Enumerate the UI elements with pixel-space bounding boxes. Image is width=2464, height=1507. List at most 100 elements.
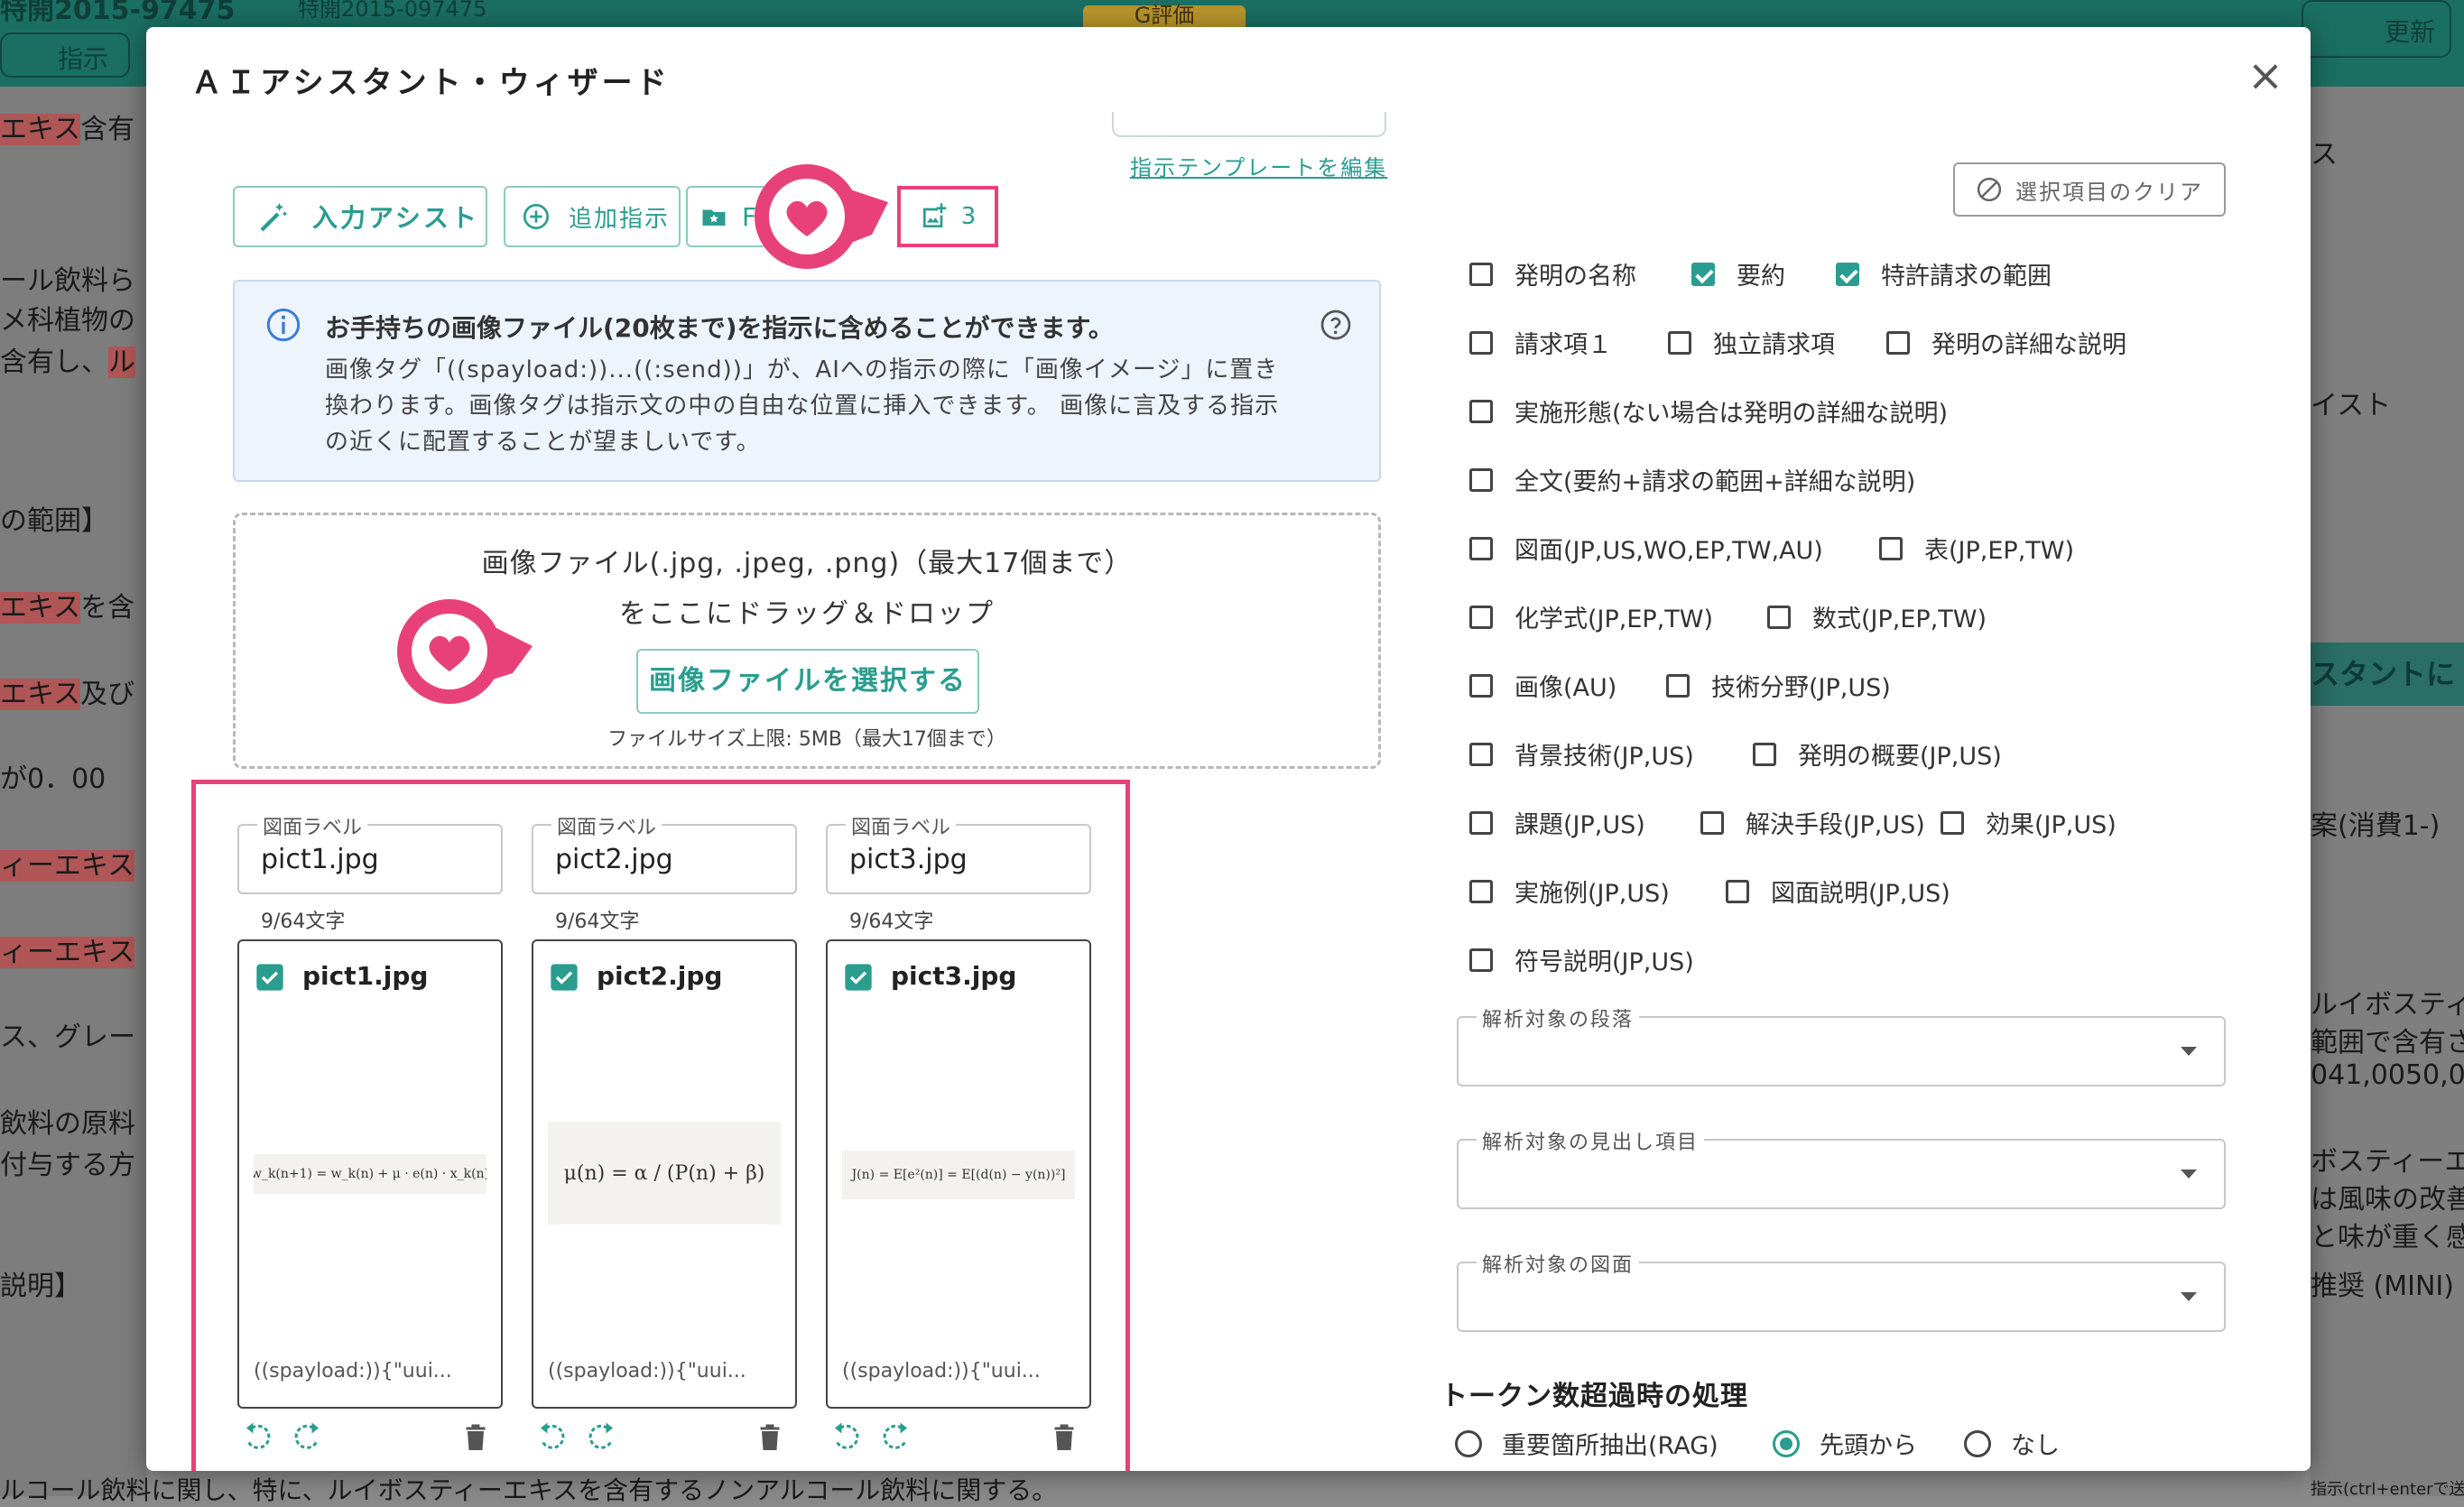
trash-icon[interactable] xyxy=(459,1419,492,1454)
checkbox-technical-field[interactable]: 技術分野(JP,US) xyxy=(1666,668,1891,703)
checkbox-claims[interactable]: 特許請求の範囲 xyxy=(1836,256,2052,291)
rotate-right-icon[interactable] xyxy=(292,1421,324,1454)
checkbox-math-formulas[interactable]: 数式(JP,EP,TW) xyxy=(1767,599,1987,634)
checkbox-embodiments[interactable]: 実施形態(ない場合は発明の詳細な説明) xyxy=(1469,393,1948,429)
checkbox-solution[interactable]: 解決手段(JP,US) xyxy=(1700,805,1925,840)
document-line: ス、グレー xyxy=(0,1022,135,1053)
checkbox-box xyxy=(1767,605,1791,629)
image-card: pict3.jpg J(n) = E[e²(n)] = E[(d(n) − y(… xyxy=(826,939,1091,1409)
checkbox-box xyxy=(1666,673,1690,698)
side-panel-line: は風味の改善 xyxy=(2311,1184,2464,1216)
checkbox-detailed-description[interactable]: 発明の詳細な説明 xyxy=(1886,325,2126,360)
checkbox-reference-signs[interactable]: 符号説明(JP,US) xyxy=(1469,942,1694,977)
checkbox-label: 化学式(JP,EP,TW) xyxy=(1515,606,1714,633)
update-button[interactable]: 更新 xyxy=(2302,0,2451,58)
edit-template-link[interactable]: 指示テンプレートを編集 xyxy=(1130,150,1387,181)
figure-label-field[interactable]: 図面ラベル pict2.jpg xyxy=(532,811,797,894)
checkbox-label: 効果(JP,US) xyxy=(1986,811,2117,839)
figure-label-field[interactable]: 図面ラベル pict3.jpg xyxy=(826,811,1091,894)
checkbox-box xyxy=(1753,742,1776,766)
checkbox-tables[interactable]: 表(JP,EP,TW) xyxy=(1879,531,2074,566)
checkbox-abstract[interactable]: 要約 xyxy=(1691,256,1785,291)
radio-circle xyxy=(1964,1429,1991,1457)
select-image-button[interactable]: 画像ファイルを選択する xyxy=(636,649,979,714)
checkbox-effects[interactable]: 効果(JP,US) xyxy=(1941,805,2117,840)
checkbox-summary[interactable]: 発明の概要(JP,US) xyxy=(1753,736,2002,772)
dropdown-arrow-icon xyxy=(2181,1170,2197,1179)
close-icon[interactable]: × xyxy=(2244,54,2287,97)
document-line: 付与する方 xyxy=(0,1150,135,1181)
image-count: 3 xyxy=(960,203,977,230)
checkbox-claim-1[interactable]: 請求項１ xyxy=(1469,325,1612,360)
checkbox-independent-claims[interactable]: 独立請求項 xyxy=(1668,325,1835,360)
radio-from-start[interactable]: 先頭から xyxy=(1773,1426,1917,1461)
char-count: 9/64文字 xyxy=(849,911,934,933)
template-select[interactable] xyxy=(1112,112,1386,137)
magic-wand-icon xyxy=(260,203,288,232)
add-instruction-button[interactable]: 追加指示 xyxy=(504,186,681,247)
clear-selection-button[interactable]: 選択項目のクリア xyxy=(1953,162,2226,217)
rotate-right-icon[interactable] xyxy=(880,1421,912,1454)
checkbox-background-art[interactable]: 背景技術(JP,US) xyxy=(1469,736,1694,772)
add-image-icon xyxy=(922,203,947,227)
rotate-left-icon[interactable] xyxy=(829,1421,862,1454)
checkbox-checked-icon[interactable] xyxy=(255,963,284,992)
star-folder-icon xyxy=(702,209,726,226)
radio-none[interactable]: なし xyxy=(1964,1426,2060,1461)
block-icon xyxy=(1977,177,2002,202)
app-doc-title: 特開2015-97475 xyxy=(0,0,236,26)
input-assist-button[interactable]: 入力アシスト xyxy=(233,186,487,247)
side-panel-line: イスト xyxy=(2311,390,2392,421)
dropdown-arrow-icon xyxy=(2181,1292,2197,1301)
checkbox-label: 図面(JP,US,WO,EP,TW,AU) xyxy=(1515,537,1823,565)
checkbox-label: 発明の詳細な説明 xyxy=(1931,331,2126,359)
document-line: メ科植物の xyxy=(0,305,135,337)
checkbox-label: 符号説明(JP,US) xyxy=(1515,948,1694,976)
radio-rag[interactable]: 重要箇所抽出(RAG) xyxy=(1455,1426,1718,1461)
formula-image: J(n) = E[e²(n)] = E[(d(n) − y(n))²] xyxy=(842,1151,1075,1199)
dropdown-arrow-icon xyxy=(2181,1047,2197,1056)
checkbox-box xyxy=(1886,330,1910,355)
info-box: お手持ちの画像ファイル(20枚まで)を指示に含めることができます。 画像タグ「(… xyxy=(233,280,1381,482)
figure-label-field[interactable]: 図面ラベル pict1.jpg xyxy=(237,811,503,894)
checkbox-chemical-formulas[interactable]: 化学式(JP,EP,TW) xyxy=(1469,599,1713,634)
rotate-left-icon[interactable] xyxy=(241,1421,273,1454)
thumbnail-actions xyxy=(826,1419,1091,1456)
checkbox-images[interactable]: 画像(AU) xyxy=(1469,668,1616,703)
image-attach-button[interactable]: 3 xyxy=(897,186,998,247)
document-line: 含有し、ル xyxy=(0,347,135,378)
paragraph-select[interactable]: 解析対象の段落 xyxy=(1457,1003,2226,1086)
checkbox-drawing-description[interactable]: 図面説明(JP,US) xyxy=(1726,874,1950,909)
checkbox-checked-icon[interactable] xyxy=(550,963,579,992)
select-legend: 解析対象の見出し項目 xyxy=(1477,1126,1705,1155)
app-doc-number: 特開2015-097475 xyxy=(298,0,487,22)
rotate-left-icon[interactable] xyxy=(535,1421,568,1454)
rotate-right-icon[interactable] xyxy=(586,1421,618,1454)
drawing-select[interactable]: 解析対象の図面 xyxy=(1457,1249,2226,1332)
help-icon[interactable] xyxy=(1320,309,1352,341)
document-line: 飲料の原料 xyxy=(0,1108,135,1140)
trash-icon[interactable] xyxy=(1048,1419,1080,1454)
checkbox-examples[interactable]: 実施例(JP,US) xyxy=(1469,874,1670,909)
checkbox-label: 技術分野(JP,US) xyxy=(1711,674,1891,702)
select-legend: 解析対象の段落 xyxy=(1477,1003,1640,1032)
checkbox-box xyxy=(1691,262,1715,286)
document-line: の範囲】 xyxy=(0,505,108,537)
checkbox-label: 発明の名称 xyxy=(1515,263,1636,291)
checkbox-full-text[interactable]: 全文(要約+請求の範囲+詳細な説明) xyxy=(1469,462,1915,497)
heading-select[interactable]: 解析対象の見出し項目 xyxy=(1457,1126,2226,1209)
ai-assistant-wizard-dialog: ＡＩアシスタント・ウィザード × 指示テンプレートを編集 入力アシスト 追加指示… xyxy=(146,27,2311,1471)
document-line: エキスを含 xyxy=(0,592,135,624)
clear-selection-label: 選択項目のクリア xyxy=(2015,179,2203,205)
side-panel-line: 推奨 (MINI) (G xyxy=(2311,1271,2464,1302)
instruct-button[interactable]: 指示 xyxy=(0,32,130,78)
token-overflow-title: トークン数超過時の処理 xyxy=(1440,1381,1748,1412)
checkbox-drawings[interactable]: 図面(JP,US,WO,EP,TW,AU) xyxy=(1469,531,1823,566)
checkbox-box xyxy=(1469,536,1493,560)
checkbox-problem[interactable]: 課題(JP,US) xyxy=(1469,805,1645,840)
document-line: エキス及び xyxy=(0,679,135,710)
trash-icon[interactable] xyxy=(754,1419,786,1454)
checkbox-invention-name[interactable]: 発明の名称 xyxy=(1469,256,1636,291)
checkbox-checked-icon[interactable] xyxy=(844,963,873,992)
side-panel-line: 案(消費1-) xyxy=(2311,810,2441,842)
